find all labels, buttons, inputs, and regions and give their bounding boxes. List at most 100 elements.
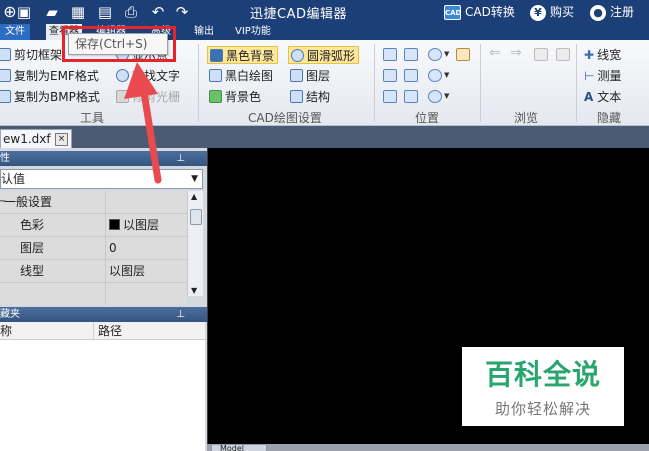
cad-convert-label: CAD转换 xyxy=(465,5,515,19)
smooth-arc-button[interactable]: 圆滑弧形 xyxy=(288,46,360,64)
pin-icon[interactable]: ⊥ xyxy=(176,307,185,322)
scroll-up-icon[interactable]: ▲ xyxy=(191,192,197,201)
scroll-thumb[interactable] xyxy=(190,209,202,225)
fit-window-icon[interactable] xyxy=(404,69,418,82)
favorites-col-path[interactable]: 路径 xyxy=(93,322,122,340)
measure-icon: ⊢ xyxy=(584,69,595,83)
bw-drawing-button[interactable]: 黑白绘图 xyxy=(209,67,273,85)
line-width-icon: ✚ xyxy=(584,48,595,62)
property-value xyxy=(105,283,187,305)
rotate-icon[interactable] xyxy=(383,90,397,103)
forward-arrow-icon[interactable]: ⇒ xyxy=(510,45,522,61)
zoom-previous-dropdown-icon[interactable]: ▼ xyxy=(444,92,449,100)
black-background-icon xyxy=(210,49,223,62)
fit-extents-icon[interactable] xyxy=(383,69,397,82)
print-icon[interactable]: ⎙ xyxy=(121,2,141,22)
menu-vip[interactable]: VIP功能 xyxy=(235,24,271,40)
line-width-label: 线宽 xyxy=(597,48,622,62)
text-button[interactable]: A 文本 xyxy=(584,88,621,106)
buy-button[interactable]: ¥ 购买 xyxy=(530,3,574,21)
color-swatch-icon xyxy=(109,219,120,230)
measure-button[interactable]: ⊢ 测量 xyxy=(584,67,621,85)
favorites-col-name[interactable]: 称 xyxy=(0,324,12,338)
model-tab[interactable]: Model xyxy=(211,444,267,451)
menu-file[interactable]: 文件 xyxy=(0,24,30,40)
new-file-icon[interactable]: ▣ xyxy=(14,2,34,22)
property-row[interactable]: 色彩 以图层 xyxy=(0,214,187,237)
copy-bmp-icon xyxy=(0,90,11,103)
close-tab-icon[interactable]: × xyxy=(55,133,68,146)
black-background-button[interactable]: 黑色背景 xyxy=(207,46,279,64)
property-value[interactable]: 0 xyxy=(105,237,187,259)
cad-settings-group-label: CAD绘图设置 xyxy=(248,111,322,125)
ribbon-separator xyxy=(198,44,199,122)
measure-label: 测量 xyxy=(597,69,622,83)
property-value[interactable]: 以图层 xyxy=(105,214,187,236)
save-as-icon[interactable]: ▤ xyxy=(95,2,115,22)
layers-icon xyxy=(290,69,303,82)
document-tab[interactable]: ew1.dxf × xyxy=(0,129,72,148)
zoom-out-dropdown-icon[interactable]: ▼ xyxy=(444,71,449,79)
property-value[interactable]: 以图层 xyxy=(105,260,187,282)
scroll-down-icon[interactable]: ▼ xyxy=(191,286,197,295)
property-name: 线型 xyxy=(0,260,105,282)
zoom-out-icon[interactable] xyxy=(428,69,442,82)
position-group-label: 位置 xyxy=(415,111,440,125)
ribbon-separator xyxy=(480,44,481,122)
copy-emf-button[interactable]: 复制为EMF格式 xyxy=(0,67,99,85)
property-scrollbar[interactable]: ▲ ▼ xyxy=(187,191,203,296)
layout-tab-bar xyxy=(207,444,649,451)
property-row[interactable]: 图层 0 xyxy=(0,237,187,260)
watermark-subtitle: 助你轻松解决 xyxy=(494,400,591,418)
property-row[interactable]: 线型 以图层 xyxy=(0,260,187,283)
properties-combo-value: 认值 xyxy=(1,172,26,186)
properties-combo[interactable]: 认值 ▼ xyxy=(0,169,203,189)
trim-raster-button[interactable]: 修剪光栅 xyxy=(116,88,180,106)
zoom-previous-icon[interactable] xyxy=(428,90,442,103)
open-folder-icon[interactable]: ▰ xyxy=(42,2,62,22)
yen-icon: ¥ xyxy=(530,4,546,21)
back-arrow-icon[interactable]: ⇐ xyxy=(489,45,501,61)
background-color-button[interactable]: 背景色 xyxy=(209,88,261,106)
bw-drawing-icon xyxy=(209,69,222,82)
property-category-spacer xyxy=(105,191,187,213)
pin-icon[interactable]: ⊥ xyxy=(176,151,185,166)
menu-output[interactable]: 输出 xyxy=(194,24,214,40)
cut-frame-icon xyxy=(0,48,11,61)
layers-button[interactable]: 图层 xyxy=(290,67,330,85)
line-width-button[interactable]: ✚ 线宽 xyxy=(584,46,621,64)
property-name: 色彩 xyxy=(0,214,105,236)
favorites-header-title: 藏夹 xyxy=(0,309,20,320)
zoom-window-icon[interactable] xyxy=(383,48,397,61)
cad-convert-button[interactable]: CAD CAD转换 xyxy=(444,3,515,21)
undo-icon[interactable]: ↶ xyxy=(148,2,168,22)
property-name xyxy=(0,283,105,305)
trim-raster-icon xyxy=(116,90,129,103)
browse-next-icon[interactable] xyxy=(556,48,570,61)
favorites-header: 藏夹 ⊥ xyxy=(0,307,207,322)
structure-button[interactable]: 结构 xyxy=(290,88,330,106)
watermark-title: 百科全说 xyxy=(484,358,601,391)
zoom-in-icon[interactable] xyxy=(428,48,442,61)
title-bar: ⊕ ▣ ▰ ▦ ▤ ⎙ ↶ ↷ 迅捷CAD编辑器 CAD CAD转换 ¥ 购买 ● 注… xyxy=(0,0,649,24)
find-text-button[interactable]: 查找文字 xyxy=(116,67,180,85)
properties-header: 性 ⊥ xyxy=(0,151,207,166)
redo-icon[interactable]: ↷ xyxy=(172,2,192,22)
save-icon[interactable]: ▦ xyxy=(68,2,88,22)
browse-prev-icon[interactable] xyxy=(534,48,548,61)
pan-hand-icon[interactable] xyxy=(456,48,470,61)
document-tab-bar: ew1.dxf × xyxy=(0,126,649,148)
chevron-down-icon[interactable]: ▼ xyxy=(191,170,198,188)
copy-bmp-button[interactable]: 复制为BMP格式 xyxy=(0,88,100,106)
orbit-icon[interactable] xyxy=(404,90,418,103)
find-text-icon xyxy=(116,69,129,82)
register-button[interactable]: ● 注册 xyxy=(590,3,634,21)
background-color-label: 背景色 xyxy=(225,90,262,104)
cut-frame-button[interactable]: 剪切框架 xyxy=(0,46,62,64)
zoom-in-dropdown-icon[interactable]: ▼ xyxy=(444,50,449,58)
favorites-column-header: 称 路径 xyxy=(0,322,205,340)
bw-drawing-label: 黑白绘图 xyxy=(225,69,274,83)
zoom-select-icon[interactable] xyxy=(404,48,418,61)
favorites-list: 称 路径 xyxy=(0,322,205,451)
property-category[interactable]: − 一般设置 xyxy=(0,191,187,214)
